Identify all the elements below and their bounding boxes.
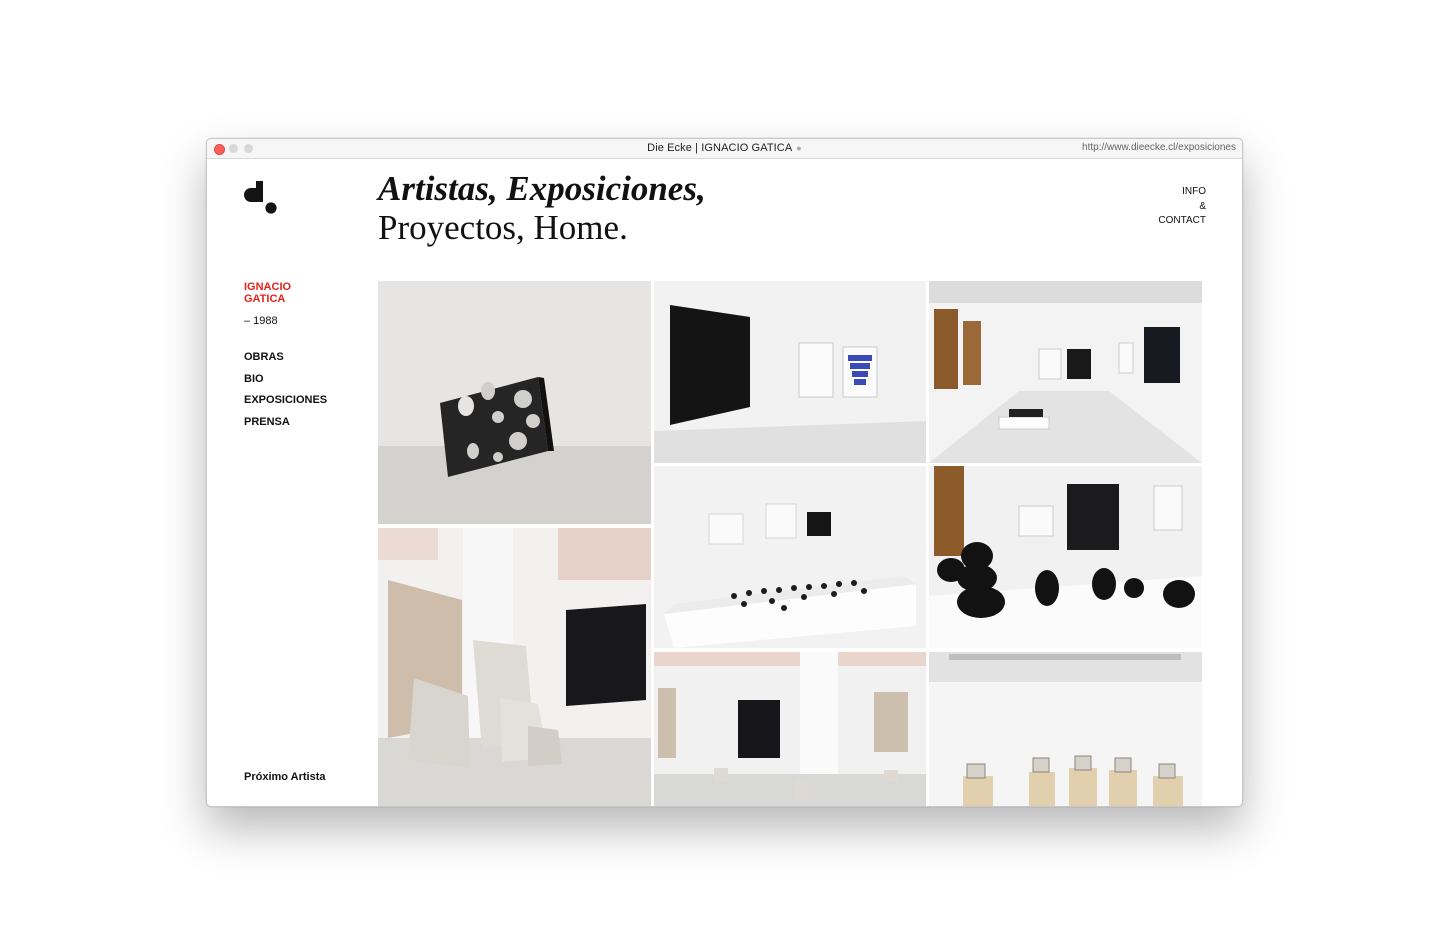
ampersand-link[interactable]: &	[1158, 200, 1206, 215]
gallery-photo[interactable]	[654, 281, 926, 463]
browser-window: Die Ecke | IGNACIO GATICA ● http://www.di…	[206, 138, 1243, 807]
gallery-photo[interactable]	[929, 281, 1202, 463]
title-roman-links[interactable]: Proyectos, Home.	[378, 208, 706, 247]
info-link[interactable]: INFO	[1158, 185, 1206, 200]
contact-link[interactable]: CONTACT	[1158, 214, 1206, 229]
window-title: Die Ecke | IGNACIO GATICA	[647, 142, 793, 154]
gallery-photo[interactable]	[929, 652, 1202, 806]
gallery-photo[interactable]	[378, 281, 651, 524]
gallery-photo[interactable]	[654, 652, 926, 806]
page-url[interactable]: http://www.dieecke.cl/exposiciones	[1082, 142, 1236, 153]
artist-name: IGNACIO GATICA	[244, 281, 292, 305]
sidebar-item-prensa[interactable]: PRENSA	[244, 416, 327, 438]
title-italic-links[interactable]: Artistas, Exposiciones,	[378, 169, 706, 208]
info-contact-nav[interactable]: INFO & CONTACT	[1158, 185, 1206, 229]
gallery-photo[interactable]	[378, 528, 651, 806]
gallery-photo[interactable]	[654, 466, 926, 648]
die-ecke-logo[interactable]	[243, 180, 279, 214]
next-artist-link[interactable]: Próximo Artista	[244, 771, 326, 783]
site-navigation-title: Artistas, Exposiciones, Proyectos, Home.	[378, 169, 706, 247]
gallery-photo[interactable]	[929, 466, 1202, 648]
sidebar-item-obras[interactable]: OBRAS	[244, 351, 327, 373]
edited-dot-icon: ●	[796, 143, 802, 153]
artist-birth-year: – 1988	[244, 315, 278, 327]
sidebar-item-bio[interactable]: BIO	[244, 373, 327, 395]
title-bar: Die Ecke | IGNACIO GATICA ● http://www.di…	[207, 139, 1242, 159]
sidebar-item-exposiciones[interactable]: EXPOSICIONES	[244, 394, 327, 416]
artist-sidebar-menu: OBRAS BIO EXPOSICIONES PRENSA	[244, 351, 327, 437]
